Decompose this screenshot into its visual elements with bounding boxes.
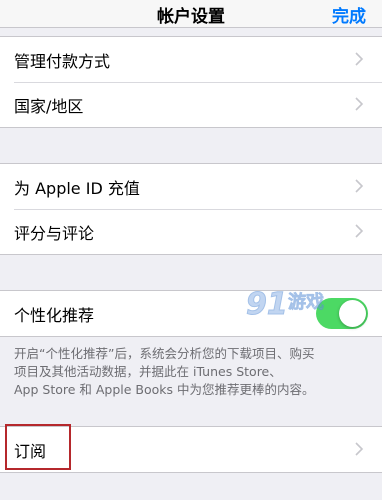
watermark-number: 91 (246, 287, 288, 322)
done-button[interactable]: 完成 (332, 2, 366, 27)
topup-apple-id-row[interactable]: 为 Apple ID 充值 (0, 164, 382, 209)
page-title: 帐户设置 (157, 7, 225, 27)
topup-apple-id-label: 为 Apple ID 充值 (14, 179, 140, 198)
footnote-line: App Store 和 Apple Books 中为您推荐更棒的内容。 (14, 382, 315, 397)
chevron-right-icon (352, 179, 366, 193)
chevron-right-icon (352, 52, 366, 66)
watermark-logo: 91 游戏 (246, 284, 336, 324)
chevron-right-icon (352, 442, 366, 456)
footnote-line: 开启“个性化推荐”后，系统会分析您的下载项目、购买 (14, 346, 315, 361)
toggle-knob (339, 300, 366, 327)
ratings-reviews-row[interactable]: 评分与评论 (0, 209, 382, 254)
chevron-right-icon (352, 97, 366, 111)
country-region-label: 国家/地区 (14, 97, 84, 116)
payment-region-group: 管理付款方式 国家/地区 (0, 36, 382, 128)
manage-payment-label: 管理付款方式 (14, 52, 111, 71)
ratings-reviews-label: 评分与评论 (14, 224, 95, 243)
chevron-right-icon (352, 224, 366, 238)
watermark-text: 游戏 (288, 291, 324, 313)
personalized-footnote: 开启“个性化推荐”后，系统会分析您的下载项目、购买 项目及其他活动数据，并据此在… (14, 345, 374, 399)
navigation-bar: 帐户设置 完成 (0, 0, 382, 28)
country-region-row[interactable]: 国家/地区 (0, 82, 382, 127)
footnote-line: 项目及其他活动数据，并据此在 iTunes Store、 (14, 364, 282, 379)
manage-payment-row[interactable]: 管理付款方式 (0, 37, 382, 82)
personalized-recommendations-label: 个性化推荐 (14, 306, 95, 325)
highlight-annotation (5, 424, 71, 470)
topup-reviews-group: 为 Apple ID 充值 评分与评论 (0, 163, 382, 255)
